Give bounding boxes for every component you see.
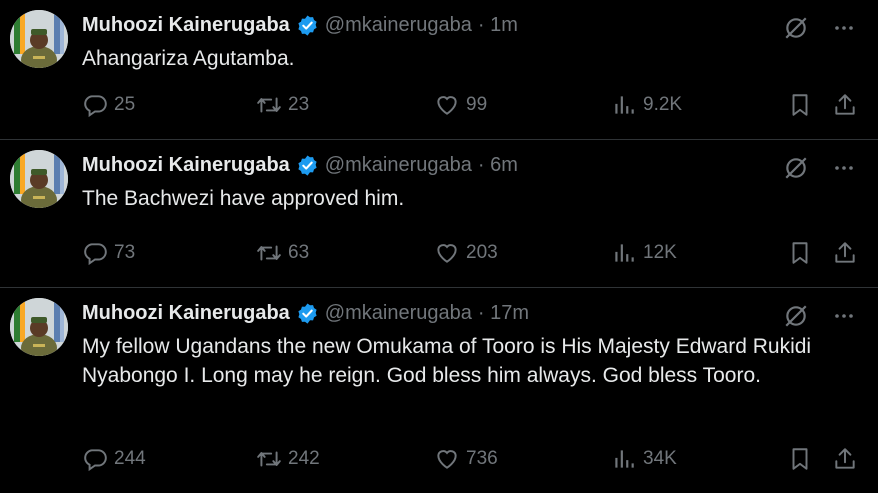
views-icon bbox=[615, 450, 634, 468]
more-icon[interactable] bbox=[830, 302, 858, 330]
author-handle[interactable]: @mkainerugaba bbox=[325, 154, 472, 177]
views-count: 9.2K bbox=[643, 94, 683, 115]
reply-button[interactable]: 244 bbox=[82, 446, 146, 472]
views-count: 12K bbox=[643, 242, 677, 263]
share-button[interactable] bbox=[832, 240, 858, 266]
tweet-time[interactable]: · 1m bbox=[478, 14, 518, 37]
tweet-header: Muhoozi Kainerugaba @mkainerugaba · 6m bbox=[82, 152, 518, 178]
tweet-text: Ahangariza Agutamba. bbox=[82, 47, 295, 70]
like-count: 203 bbox=[466, 242, 498, 263]
more-icon[interactable] bbox=[830, 14, 858, 42]
tweet-header: Muhoozi Kainerugaba @mkainerugaba · 17m bbox=[82, 300, 529, 326]
reply-button[interactable]: 25 bbox=[82, 92, 135, 118]
heart-icon bbox=[437, 450, 457, 469]
tweet-actions: 73 63 203 12K bbox=[82, 240, 858, 268]
tweet[interactable]: Muhoozi Kainerugaba @mkainerugaba · 17m … bbox=[0, 288, 878, 493]
views-icon bbox=[615, 244, 634, 262]
retweet-icon bbox=[257, 451, 281, 467]
views-button[interactable]: 12K bbox=[611, 240, 677, 266]
tweet-top-actions bbox=[782, 14, 858, 42]
tweet-text: My fellow Ugandans the new Omukama of To… bbox=[82, 335, 812, 387]
bookmark-icon bbox=[792, 448, 808, 470]
tweet-actions: 25 23 99 9.2K bbox=[82, 92, 858, 120]
tweet-time[interactable]: · 17m bbox=[478, 302, 529, 325]
verified-badge-icon bbox=[296, 154, 319, 177]
reply-icon bbox=[84, 95, 107, 118]
share-icon bbox=[835, 94, 855, 115]
tweet-top-actions bbox=[782, 154, 858, 182]
author-name[interactable]: Muhoozi Kainerugaba bbox=[82, 302, 290, 325]
tweet-actions: 244 242 736 34K bbox=[82, 446, 858, 474]
like-count: 736 bbox=[466, 448, 498, 469]
share-icon bbox=[835, 448, 855, 469]
tweet-time[interactable]: · 6m bbox=[478, 154, 518, 177]
retweet-icon bbox=[257, 245, 281, 261]
verified-badge-icon bbox=[296, 302, 319, 325]
timeline-feed: Muhoozi Kainerugaba @mkainerugaba · 1m A… bbox=[0, 0, 878, 493]
bookmark-icon bbox=[792, 94, 808, 116]
views-icon bbox=[615, 96, 634, 114]
retweet-button[interactable]: 23 bbox=[256, 92, 309, 118]
avatar[interactable] bbox=[10, 298, 68, 356]
reply-icon bbox=[84, 449, 107, 472]
like-button[interactable]: 203 bbox=[434, 240, 498, 266]
reply-count: 73 bbox=[114, 242, 136, 263]
retweet-count: 242 bbox=[288, 448, 320, 469]
reply-button[interactable]: 73 bbox=[82, 240, 135, 266]
tweet[interactable]: Muhoozi Kainerugaba @mkainerugaba · 1m A… bbox=[0, 0, 878, 140]
grok-icon[interactable] bbox=[782, 154, 810, 182]
share-icon bbox=[835, 242, 855, 263]
more-icon[interactable] bbox=[830, 154, 858, 182]
views-button[interactable]: 34K bbox=[611, 446, 677, 472]
bookmark-button[interactable] bbox=[787, 446, 813, 472]
grok-icon[interactable] bbox=[782, 302, 810, 330]
like-count: 99 bbox=[466, 94, 488, 115]
retweet-count: 63 bbox=[288, 242, 310, 263]
tweet-header: Muhoozi Kainerugaba @mkainerugaba · 1m bbox=[82, 12, 518, 38]
grok-icon[interactable] bbox=[782, 14, 810, 42]
share-button[interactable] bbox=[832, 92, 858, 118]
author-handle[interactable]: @mkainerugaba bbox=[325, 302, 472, 325]
bookmark-button[interactable] bbox=[787, 92, 813, 118]
verified-badge-icon bbox=[296, 14, 319, 37]
bookmark-button[interactable] bbox=[787, 240, 813, 266]
author-handle[interactable]: @mkainerugaba bbox=[325, 14, 472, 37]
reply-count: 244 bbox=[114, 448, 146, 469]
retweet-count: 23 bbox=[288, 94, 310, 115]
share-button[interactable] bbox=[832, 446, 858, 472]
tweet[interactable]: Muhoozi Kainerugaba @mkainerugaba · 6m T… bbox=[0, 140, 878, 288]
retweet-button[interactable]: 242 bbox=[256, 446, 320, 472]
reply-count: 25 bbox=[114, 94, 136, 115]
heart-icon bbox=[437, 96, 457, 115]
avatar[interactable] bbox=[10, 10, 68, 68]
heart-icon bbox=[437, 244, 457, 263]
views-button[interactable]: 9.2K bbox=[611, 92, 682, 118]
retweet-icon bbox=[257, 97, 281, 113]
tweet-text: The Bachwezi have approved him. bbox=[82, 187, 405, 210]
bookmark-icon bbox=[792, 242, 808, 264]
views-count: 34K bbox=[643, 448, 677, 469]
author-name[interactable]: Muhoozi Kainerugaba bbox=[82, 154, 290, 177]
retweet-button[interactable]: 63 bbox=[256, 240, 309, 266]
avatar[interactable] bbox=[10, 150, 68, 208]
author-name[interactable]: Muhoozi Kainerugaba bbox=[82, 14, 290, 37]
reply-icon bbox=[84, 243, 107, 266]
like-button[interactable]: 99 bbox=[434, 92, 487, 118]
like-button[interactable]: 736 bbox=[434, 446, 498, 472]
tweet-top-actions bbox=[782, 302, 858, 330]
